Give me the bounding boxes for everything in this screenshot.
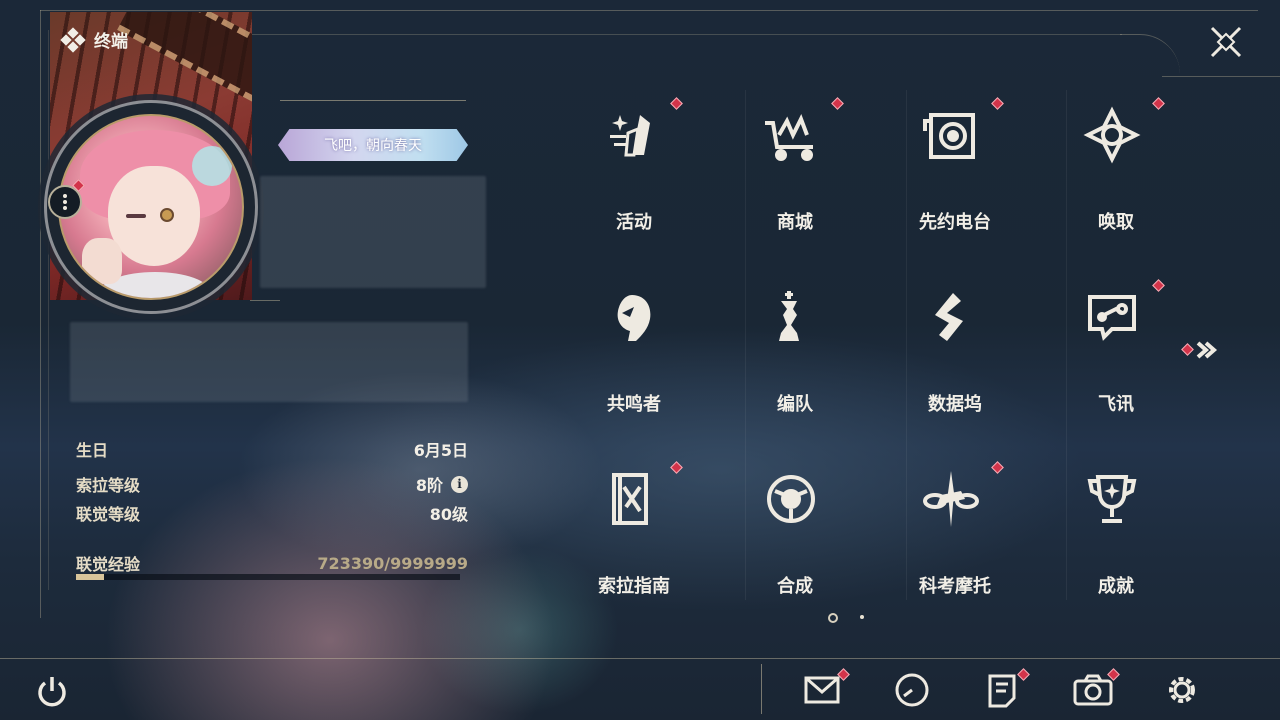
trophy-icon <box>1087 475 1137 523</box>
menu-label: 索拉指南 <box>598 576 670 597</box>
stat-birthday: 生日 6月5日 <box>76 437 468 461</box>
motorbike-icon <box>923 471 979 527</box>
bottom-bar-separator <box>761 664 762 714</box>
notes-icon <box>988 674 1016 708</box>
stat-value: 6月5日 <box>413 441 468 460</box>
title-badge-text: 飞吧，朝向春天 <box>324 138 422 154</box>
menu-item-convene[interactable]: 唤取 <box>1056 97 1176 255</box>
frame-line <box>1162 76 1280 77</box>
radio-icon <box>923 113 975 159</box>
close-icon[interactable] <box>1208 24 1244 60</box>
page-title: 终端 <box>94 32 128 52</box>
shop-cart-icon <box>765 114 813 161</box>
stat-label: 联觉经验 <box>76 555 141 574</box>
menu-item-resonator[interactable]: 共鸣者 <box>574 287 694 437</box>
menu-item-synthesis[interactable]: 合成 <box>735 469 855 619</box>
menu-item-team[interactable]: 编队 <box>735 287 855 437</box>
avatar[interactable] <box>58 114 244 300</box>
history-button[interactable] <box>890 670 934 710</box>
stat-sola-level: 索拉等级 8阶 i <box>76 472 468 496</box>
menu-label: 活动 <box>616 212 652 233</box>
page-indicator[interactable] <box>860 615 864 619</box>
frame-line <box>48 30 49 590</box>
stat-value-group: 8阶 i <box>416 472 468 496</box>
divider <box>280 100 466 101</box>
menu-item-activity[interactable]: 活动 <box>574 97 694 255</box>
settings-button[interactable] <box>1160 670 1204 710</box>
menu-item-shop[interactable]: 商城 <box>735 97 855 255</box>
info-icon[interactable]: i <box>451 475 468 493</box>
bottom-bar-divider <box>0 658 1280 659</box>
stat-union-level: 联觉等级 80级 <box>76 501 468 525</box>
frame-line <box>252 34 1122 35</box>
menu-item-data-dock[interactable]: 数据坞 <box>895 287 1015 437</box>
stat-value: 80级 <box>429 505 468 524</box>
stat-label: 联觉等级 <box>76 505 141 524</box>
page-indicator-active[interactable] <box>828 613 838 623</box>
menu-label: 商城 <box>777 212 813 233</box>
data-dock-icon <box>935 293 963 341</box>
frame-line <box>40 10 41 618</box>
menu-label: 先约电台 <box>919 212 991 233</box>
title-badge[interactable]: 飞吧，朝向春天 <box>278 129 468 161</box>
camera-button[interactable] <box>1071 668 1120 710</box>
frame-line <box>40 10 1258 11</box>
menu-label: 共鸣者 <box>607 394 661 415</box>
chevron-double-right-icon <box>1196 341 1218 359</box>
profile-more-button[interactable] <box>48 179 85 219</box>
stat-union-exp: 联觉经验 723390/9999999 <box>76 551 468 575</box>
stat-label: 生日 <box>76 441 109 460</box>
clock-icon <box>895 673 929 707</box>
blurred-name-area <box>260 176 486 288</box>
convene-icon <box>1083 106 1141 164</box>
menu-label: 合成 <box>777 576 813 597</box>
notes-button[interactable] <box>980 668 1030 710</box>
exp-progress-fill <box>76 574 104 580</box>
settings-gear-icon <box>1169 677 1195 703</box>
terminal-diamonds-icon <box>60 26 86 53</box>
team-chess-icon <box>779 291 799 341</box>
stat-label: 索拉等级 <box>76 476 141 495</box>
guide-book-icon <box>612 473 648 525</box>
divider <box>250 300 280 301</box>
exp-progress-bar <box>76 574 460 580</box>
terminal-header: 终端 <box>60 26 128 53</box>
resonator-icon <box>617 295 651 341</box>
menu-label: 编队 <box>777 394 813 415</box>
menu-label: 科考摩托 <box>919 576 991 597</box>
more-dots-icon <box>63 193 67 211</box>
menu-item-achievement[interactable]: 成就 <box>1056 469 1176 619</box>
menu-item-motorbike[interactable]: 科考摩托 <box>895 461 1015 619</box>
stat-value: 8阶 <box>415 476 443 495</box>
mail-button[interactable] <box>802 668 850 710</box>
activity-icon <box>610 115 650 157</box>
menu-label: 飞讯 <box>1098 394 1134 415</box>
blurred-signature-area <box>70 322 468 402</box>
power-icon[interactable] <box>33 673 71 711</box>
menu-item-guide[interactable]: 索拉指南 <box>574 461 694 619</box>
menu-item-message[interactable]: 飞讯 <box>1056 279 1176 437</box>
stat-value: 723390/9999999 <box>317 553 468 573</box>
menu-label: 成就 <box>1098 576 1134 597</box>
menu-label: 数据坞 <box>928 394 982 415</box>
message-icon <box>1088 295 1136 341</box>
menu-item-radio[interactable]: 先约电台 <box>895 97 1015 255</box>
synthesis-icon <box>767 475 815 523</box>
menu-label: 唤取 <box>1098 212 1134 233</box>
next-page-button[interactable] <box>1180 337 1222 363</box>
